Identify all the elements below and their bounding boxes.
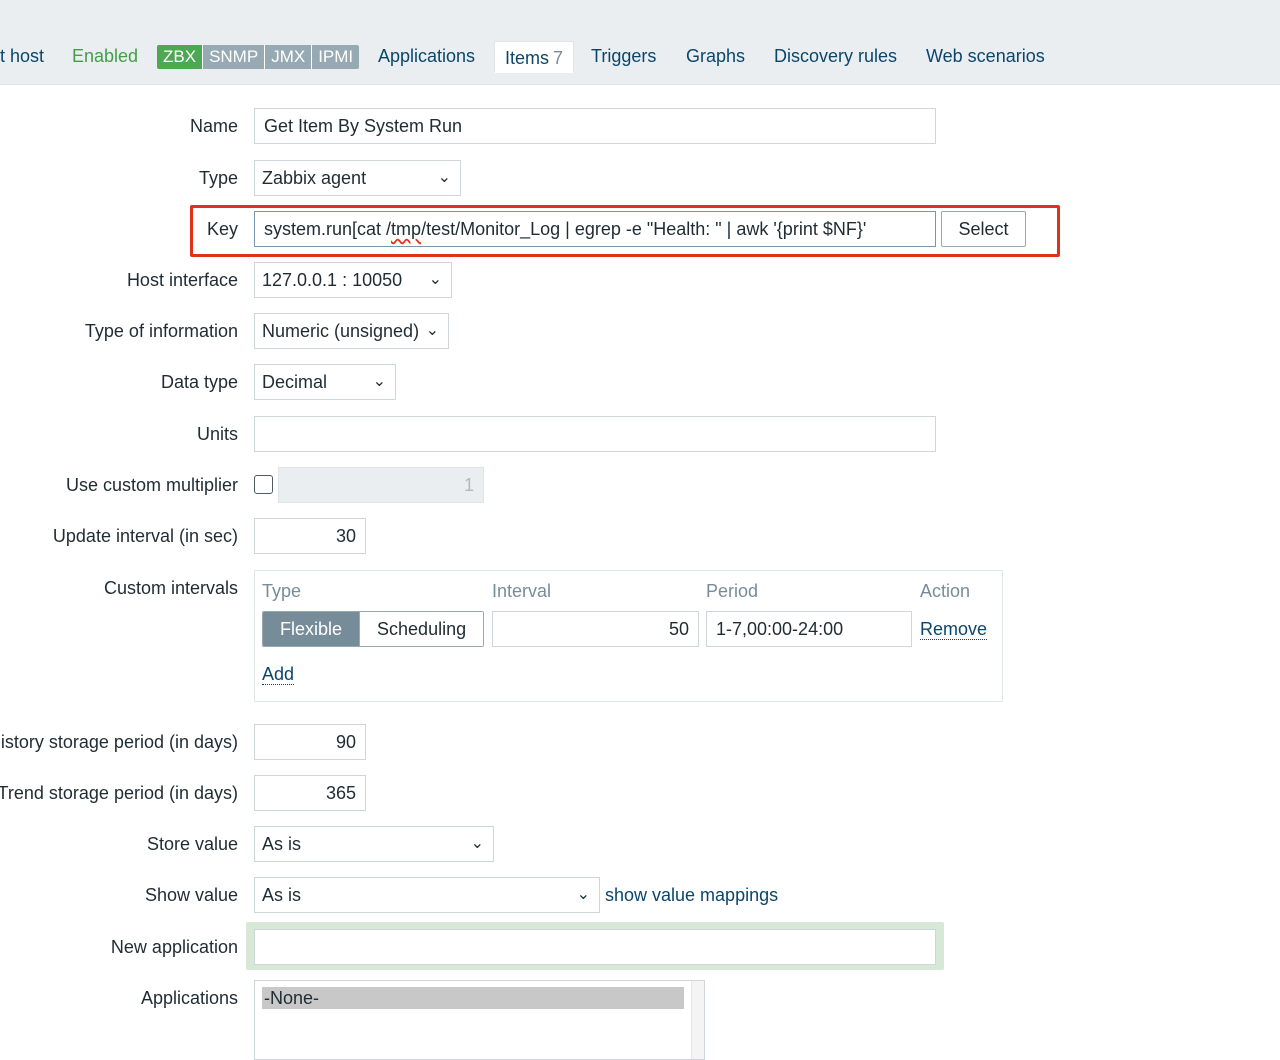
data-type-select[interactable]: Decimal ⌄ (254, 364, 396, 400)
show-value-value: As is (262, 885, 302, 905)
ci-type-segmented: Flexible Scheduling (262, 611, 485, 647)
new-application-label: New application (110, 937, 238, 957)
badge-zbx: ZBX (157, 45, 203, 69)
store-value-value: As is (262, 834, 302, 854)
custom-intervals-label: Custom intervals (103, 578, 238, 598)
badge-ipmi: IPMI (311, 45, 360, 69)
host-interface-select[interactable]: 127.0.0.1 : 10050 ⌄ (254, 262, 452, 298)
nav-web-scenarios[interactable]: Web scenarios (926, 46, 1045, 67)
store-value-select[interactable]: As is ⌄ (254, 826, 494, 862)
key-text-part2: /test/Monitor_Log | egrep -e "Health: " … (421, 219, 867, 239)
ci-col-type: Type (262, 581, 302, 601)
custom-multiplier-label: Use custom multiplier (65, 475, 238, 495)
key-text-misspelled: tmp (391, 219, 422, 239)
chevron-down-icon: ⌄ (576, 886, 590, 903)
history-input[interactable] (254, 724, 366, 760)
nav-items-count: 7 (553, 48, 564, 68)
chevron-down-icon: ⌄ (470, 835, 484, 852)
applications-label: Applications (140, 988, 238, 1008)
badge-snmp: SNMP (202, 45, 265, 69)
ci-col-interval: Interval (492, 581, 552, 601)
name-label: Name (189, 116, 238, 136)
host-interface-value: 127.0.0.1 : 10050 (262, 270, 403, 290)
ci-flexible-button[interactable]: Flexible (263, 612, 360, 646)
host-interface-label: Host interface (126, 270, 238, 290)
trend-input[interactable] (254, 775, 366, 811)
chevron-down-icon: ⌄ (372, 373, 386, 390)
show-value-mappings-link[interactable]: show value mappings (605, 885, 778, 906)
nav-triggers[interactable]: Triggers (591, 46, 656, 67)
chevron-down-icon: ⌄ (437, 169, 451, 186)
ci-remove-link[interactable]: Remove (920, 619, 988, 640)
applications-option-none[interactable]: -None- (262, 987, 684, 1009)
units-label: Units (196, 424, 238, 444)
ci-col-action: Action (920, 581, 971, 601)
key-input[interactable]: system.run[cat /tmp/test/Monitor_Log | e… (254, 211, 936, 247)
type-select-value: Zabbix agent (262, 168, 367, 188)
nav-discovery-rules[interactable]: Discovery rules (774, 46, 897, 67)
ci-add-link[interactable]: Add (262, 664, 295, 685)
key-label: Key (206, 219, 238, 239)
new-application-input[interactable] (254, 929, 936, 965)
key-select-button[interactable]: Select (941, 211, 1026, 247)
ci-interval-input[interactable] (492, 611, 699, 647)
history-label: istory storage period (in days) (0, 732, 238, 752)
type-of-information-select[interactable]: Numeric (unsigned) ⌄ (254, 313, 449, 349)
nav-applications[interactable]: Applications (378, 46, 475, 67)
type-select[interactable]: Zabbix agent ⌄ (254, 160, 461, 196)
update-interval-input[interactable] (254, 518, 366, 554)
custom-multiplier-input[interactable] (278, 467, 484, 503)
availability-badges: ZBX SNMP JMX IPMI (157, 45, 360, 69)
type-label: Type (198, 168, 238, 188)
ci-scheduling-button[interactable]: Scheduling (359, 612, 484, 646)
store-value-label: Store value (146, 834, 238, 854)
chevron-down-icon: ⌄ (428, 271, 442, 288)
type-of-information-label: Type of information (84, 321, 238, 341)
applications-listbox[interactable]: -None- (254, 980, 705, 1060)
custom-multiplier-checkbox[interactable] (254, 475, 273, 494)
ci-col-period: Period (706, 581, 759, 601)
nav-graphs[interactable]: Graphs (686, 46, 745, 67)
nav-items-label: Items (505, 48, 550, 68)
update-interval-label: Update interval (in sec) (52, 526, 238, 546)
key-text-part1: system.run[cat / (264, 219, 392, 239)
name-input[interactable] (254, 108, 936, 144)
show-value-select[interactable]: As is ⌄ (254, 877, 600, 913)
ci-period-input[interactable] (706, 611, 912, 647)
data-type-value: Decimal (262, 372, 328, 392)
nav-host-link[interactable]: t host (0, 46, 44, 67)
type-of-information-value: Numeric (unsigned) (262, 321, 420, 341)
nav-status-enabled[interactable]: Enabled (72, 46, 138, 67)
badge-jmx: JMX (264, 45, 312, 69)
show-value-label: Show value (144, 885, 238, 905)
nav-items-tab[interactable]: Items 7 (494, 41, 575, 73)
chevron-down-icon: ⌄ (425, 322, 439, 339)
data-type-label: Data type (160, 372, 238, 392)
units-input[interactable] (254, 416, 936, 452)
applications-scrollbar[interactable] (691, 981, 704, 1059)
host-nav-bar: t host Enabled ZBX SNMP JMX IPMI Applica… (0, 0, 1280, 85)
trend-label: Trend storage period (in days) (0, 783, 238, 803)
